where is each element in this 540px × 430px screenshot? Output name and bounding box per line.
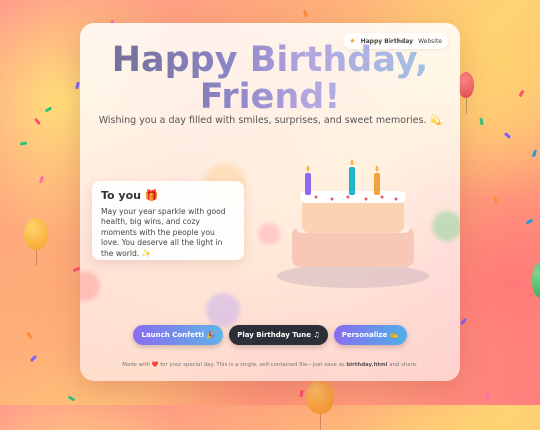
note-body: May your year sparkle with good health, … [101, 207, 226, 258]
footer-prefix: Made with ❤️ for your special day. This … [122, 362, 347, 368]
bokeh-decoration [432, 211, 460, 241]
balloon-red-decoration [458, 72, 474, 114]
frosting-sprinkle [346, 195, 350, 199]
candle-orange [374, 173, 380, 195]
frosting-sprinkle [394, 197, 398, 201]
confetti-piece [484, 391, 491, 400]
personalize-button[interactable]: Personalize ✍️ [333, 325, 407, 345]
launch-confetti-button[interactable]: Launch Confetti 🎉 [133, 325, 224, 345]
frosting-sprinkle [314, 195, 318, 199]
candle-teal [349, 167, 355, 195]
confetti-piece [19, 141, 28, 146]
confetti-piece [503, 132, 512, 139]
confetti-piece [26, 331, 33, 340]
page-title-line2: Friend! [80, 79, 460, 116]
confetti-piece [531, 149, 538, 158]
footer-suffix: and share. [387, 362, 418, 368]
footer-note: Made with ❤️ for your special day. This … [80, 362, 460, 368]
message-note-card: To you 🎁 May your year sparkle with good… [92, 181, 244, 260]
confetti-piece [460, 317, 467, 326]
frosting-sprinkle [364, 197, 368, 201]
bokeh-decoration [206, 293, 240, 327]
balloon-green-decoration [532, 262, 540, 298]
confetti-piece [493, 195, 498, 204]
confetti-piece [299, 389, 304, 398]
note-heading: To you 🎁 [101, 189, 159, 202]
action-buttons: Launch Confetti 🎉 Play Birthday Tune ♫ P… [80, 325, 460, 345]
confetti-piece [38, 175, 45, 184]
confetti-piece [44, 106, 53, 113]
frosting-sprinkle [380, 195, 384, 199]
candle-flame [350, 159, 354, 166]
birthday-card: ★ Happy Birthday Website Happy Birthday,… [80, 23, 460, 381]
confetti-piece [479, 117, 484, 126]
play-birthday-tune-button[interactable]: Play Birthday Tune ♫ [229, 325, 328, 345]
balloon-orange-decoration [306, 380, 334, 430]
confetti-piece [67, 395, 76, 402]
confetti-piece [29, 354, 38, 363]
page-title-line1: Happy Birthday, [80, 42, 460, 79]
balloon-yellow-decoration [24, 218, 48, 266]
subtitle: Wishing you a day filled with smiles, su… [98, 115, 442, 126]
bokeh-decoration [80, 271, 100, 301]
birthday-cake-icon [277, 159, 429, 288]
confetti-piece [525, 218, 534, 225]
candle-flame [306, 165, 310, 172]
confetti-piece [302, 9, 309, 18]
candle-flame [375, 165, 379, 172]
confetti-piece [518, 89, 525, 98]
candle-purple [305, 173, 311, 195]
cake-shadow [277, 264, 429, 288]
frosting-sprinkle [330, 197, 334, 201]
confetti-piece [34, 117, 41, 126]
footer-filename: birthday.html [346, 362, 388, 368]
